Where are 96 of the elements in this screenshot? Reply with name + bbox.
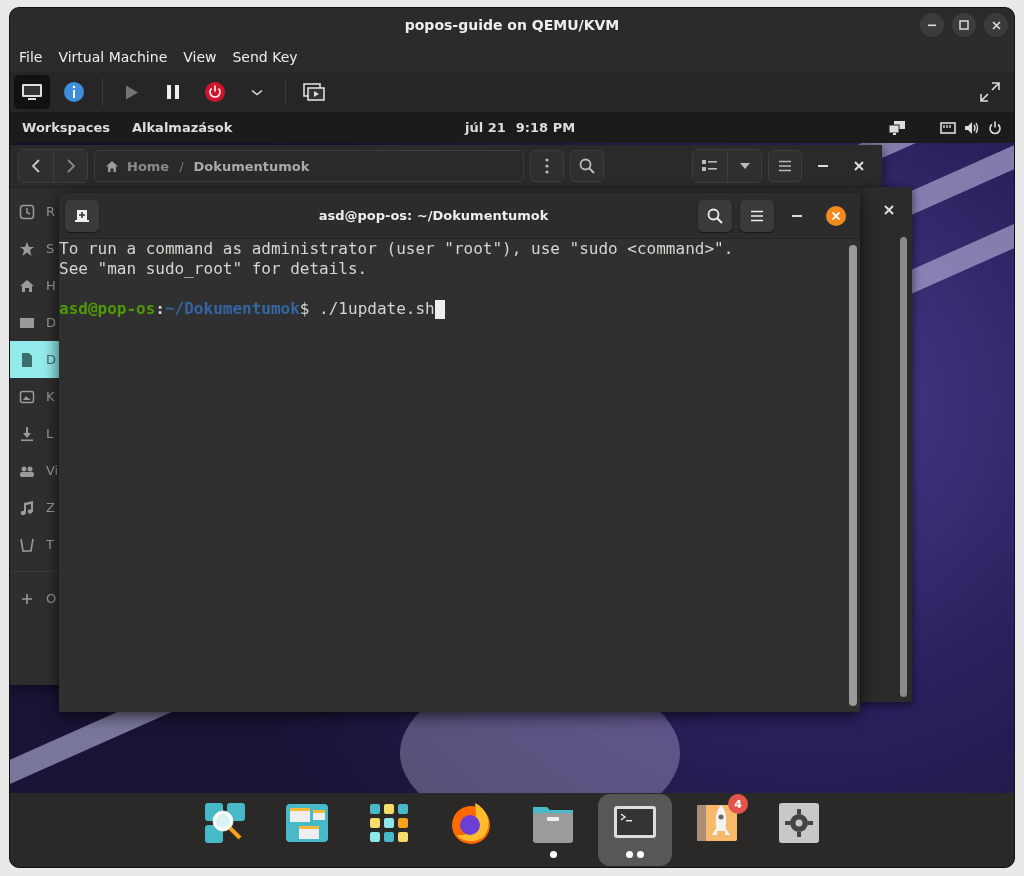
close-button[interactable] — [984, 13, 1008, 37]
path-bar[interactable]: Home / Dokumentumok — [94, 150, 524, 182]
apps-icon — [367, 801, 411, 845]
list-view-icon — [702, 160, 718, 172]
power-icon — [204, 81, 226, 103]
close-icon — [832, 211, 840, 220]
sidebar-item[interactable]: O — [10, 580, 59, 617]
sidebar-item[interactable]: D — [10, 304, 59, 341]
prompt-text: $ ./1update.sh — [299, 299, 435, 319]
download-icon — [19, 425, 35, 442]
close-icon — [884, 205, 894, 215]
menu-button[interactable] — [768, 150, 802, 182]
maximize-icon — [959, 20, 969, 30]
new-tab-button[interactable] — [65, 199, 99, 232]
menu-button[interactable] — [740, 199, 774, 232]
close-icon — [991, 20, 1001, 30]
network-icon[interactable] — [888, 119, 906, 136]
launcher-app-button[interactable]: 4 — [680, 794, 754, 866]
terminal-output-line: See "man sudo_root" for details. — [59, 259, 369, 279]
minimize-icon — [792, 214, 802, 217]
close-icon — [854, 161, 864, 171]
minimize-icon — [818, 165, 828, 167]
maximize-button[interactable] — [952, 13, 976, 37]
view-options-button[interactable] — [727, 150, 761, 182]
info-icon — [63, 81, 85, 103]
path-crumb[interactable]: Home — [127, 158, 170, 174]
sidebar-item[interactable]: T — [10, 526, 59, 563]
play-icon — [124, 84, 138, 100]
prompt-text: : — [155, 299, 165, 319]
menu-item[interactable]: Send Key — [232, 49, 298, 65]
text-cursor — [434, 299, 445, 319]
close-button[interactable] — [826, 205, 846, 226]
view-list-button[interactable] — [693, 150, 727, 182]
time-text[interactable]: 9:18 PM — [515, 120, 576, 135]
console-button[interactable] — [14, 75, 50, 109]
music-icon — [19, 499, 35, 516]
sidebar-item[interactable]: R — [10, 193, 59, 230]
volume-icon[interactable] — [964, 120, 980, 135]
search-icon — [203, 801, 247, 845]
settings-icon — [777, 801, 821, 845]
terminal-title: asd@pop-os: ~/Dokumentumok — [317, 208, 550, 223]
star-icon — [19, 240, 35, 257]
menu-icon — [778, 160, 792, 172]
running-indicator — [549, 851, 557, 858]
terminal-output-line: To run a command as administrator (user "root"), use "sudo <command>". — [59, 239, 735, 259]
menu-item[interactable]: View — [183, 49, 217, 65]
notification-badge: 4 — [728, 794, 748, 814]
search-button[interactable] — [570, 150, 604, 182]
forward-button[interactable] — [53, 150, 87, 182]
power-icon[interactable] — [988, 120, 1002, 135]
trash-icon — [19, 536, 35, 553]
new-tab-icon — [74, 208, 90, 223]
path-crumb[interactable]: Dokumentumok — [193, 158, 310, 174]
screens-icon — [303, 83, 325, 101]
chevron-left-icon — [32, 159, 40, 173]
back-button[interactable] — [19, 150, 53, 182]
home-icon — [19, 277, 35, 294]
prompt-text: asd@pop-os — [59, 299, 156, 319]
scrollbar[interactable] — [900, 237, 907, 697]
date-text[interactable]: júl 21 — [465, 120, 506, 135]
document-icon — [19, 351, 35, 368]
image-icon — [19, 388, 35, 405]
home-icon — [105, 159, 119, 173]
prompt-text: ~/Dokumentumok — [164, 299, 300, 319]
more-button[interactable] — [530, 150, 564, 182]
minimize-icon — [928, 23, 936, 27]
browser-icon — [449, 801, 493, 845]
sidebar-item[interactable]: S — [10, 230, 59, 267]
workspaces-button[interactable]: Workspaces — [22, 120, 110, 135]
clock-icon — [19, 203, 35, 220]
menu-item[interactable]: Virtual Machine — [58, 49, 168, 65]
path-separator: / — [179, 158, 184, 174]
chevron-down-icon — [251, 88, 263, 96]
sidebar-item[interactable]: D — [10, 341, 59, 378]
menu-item[interactable]: File — [19, 49, 43, 65]
windows-icon — [285, 801, 329, 845]
terminal-app-button[interactable] — [598, 794, 672, 866]
sidebar-item[interactable]: K — [10, 378, 59, 415]
applications-button[interactable]: Alkalmazások — [131, 120, 233, 135]
sidebar-item[interactable]: Z — [10, 489, 59, 526]
window-title: popos-guide on QEMU/KVM — [404, 17, 620, 33]
monitor-icon — [21, 83, 43, 101]
search-icon — [579, 158, 595, 174]
search-icon — [707, 207, 723, 224]
menu-icon — [750, 209, 764, 222]
battery-icon[interactable] — [940, 120, 956, 135]
caret-icon — [739, 163, 750, 169]
sidebar-item[interactable]: H — [10, 267, 59, 304]
sidebar-item[interactable]: Vi — [10, 452, 59, 489]
search-button[interactable] — [698, 199, 732, 232]
sidebar-item[interactable]: L — [10, 415, 59, 452]
pause-icon — [167, 85, 179, 99]
fullscreen-icon — [980, 82, 1000, 102]
more-icon — [545, 158, 549, 174]
scrollbar[interactable] — [849, 245, 857, 706]
chevron-right-icon — [66, 159, 75, 173]
